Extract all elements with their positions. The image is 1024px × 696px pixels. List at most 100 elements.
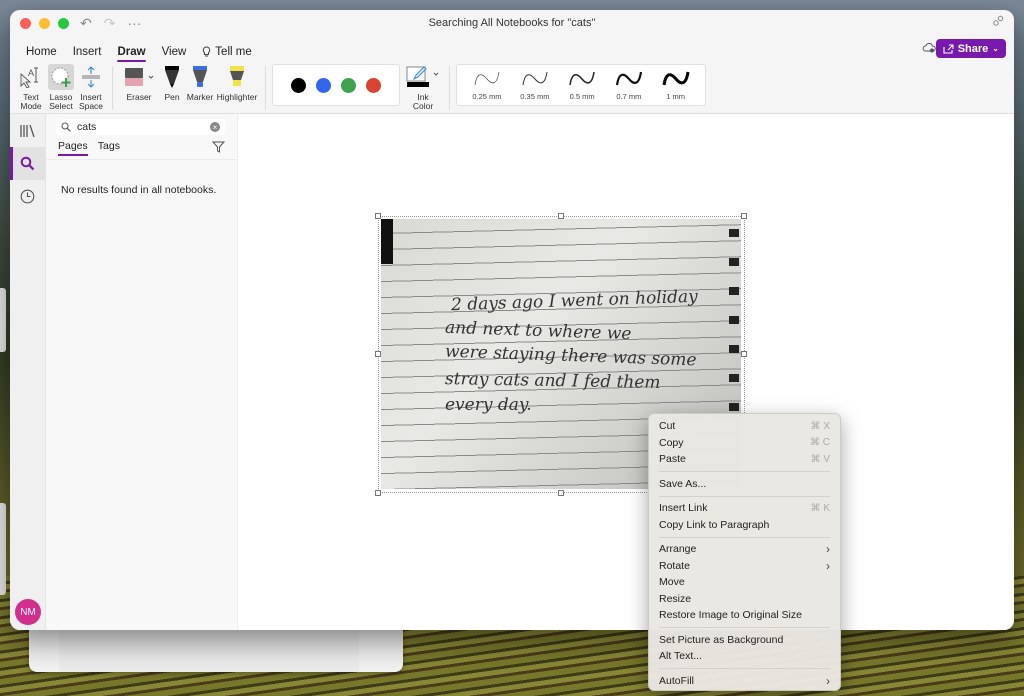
insert-space-label-2: Space (78, 101, 104, 111)
menu-item-alt-text[interactable]: Alt Text... (649, 648, 840, 665)
marker-button[interactable]: Marker (185, 62, 215, 102)
marker-label: Marker (186, 92, 214, 102)
chevron-down-icon: ⌄ (992, 44, 999, 53)
user-avatar[interactable]: NM (15, 599, 41, 625)
ink-color-label-2: Color (412, 101, 434, 111)
search-query: cats (77, 121, 97, 133)
menu-item-restore-original-size[interactable]: Restore Image to Original Size (649, 607, 840, 624)
marker-icon (193, 66, 207, 87)
cloud-sync-icon[interactable] (922, 41, 936, 56)
color-swatch-green[interactable] (341, 77, 356, 93)
pen-button[interactable]: Pen (159, 62, 185, 102)
handwriting-line: stray cats and I fed them (444, 369, 661, 393)
shortcut: ⌘ V (810, 453, 830, 465)
text-mode-button[interactable]: A Text Mode (16, 62, 46, 111)
tell-me-search[interactable]: Tell me (194, 46, 259, 62)
pen-thickness-options: 0.25 mm 0.35 mm 0.5 mm 0.7 mm 1 mm (456, 64, 706, 106)
thickness-option[interactable]: 1 mm (662, 70, 690, 101)
background-window-edge (0, 503, 6, 595)
ribbon-divider (112, 66, 113, 110)
eraser-button[interactable]: Eraser (119, 62, 159, 102)
notebooks-icon (19, 124, 35, 137)
lasso-select-icon (51, 67, 71, 87)
window-title: Searching All Notebooks for "cats" (428, 17, 596, 29)
menu-item-paste[interactable]: Paste ⌘ V (649, 451, 840, 468)
menu-item-copy-link-to-paragraph[interactable]: Copy Link to Paragraph (649, 517, 840, 534)
menu-item-save-as[interactable]: Save As... (649, 476, 840, 493)
ribbon-divider (265, 66, 266, 110)
menu-item-cut[interactable]: Cut ⌘ X (649, 418, 840, 435)
stroke-preview-icon (615, 71, 642, 85)
shortcut: ⌘ K (810, 502, 830, 514)
tab-draw[interactable]: Draw (109, 46, 153, 62)
photo-shadow (381, 219, 393, 264)
eraser-icon (125, 68, 154, 86)
menu-item-insert-link[interactable]: Insert Link ⌘ K (649, 500, 840, 517)
filter-icon[interactable] (211, 140, 226, 158)
clock-icon (20, 189, 35, 204)
thickness-option[interactable]: 0.25 mm (472, 70, 502, 101)
search-input[interactable]: cats × (56, 119, 225, 135)
ribbon-divider (449, 66, 450, 110)
menu-item-resize[interactable]: Resize (649, 591, 840, 608)
menu-separator (659, 536, 830, 538)
menu-item-set-picture-as-background[interactable]: Set Picture as Background (649, 632, 840, 649)
context-menu: Cut ⌘ X Copy ⌘ C Paste ⌘ V Save As... Inser… (648, 413, 841, 691)
lasso-select-label-2: Select (49, 101, 73, 111)
tell-me-label: Tell me (215, 46, 252, 58)
highlighter-button[interactable]: Highlighter (215, 62, 259, 102)
highlighter-icon (230, 66, 244, 86)
insert-space-button[interactable]: Insert Space (76, 62, 106, 111)
share-button[interactable]: Share ⌄ (935, 39, 1006, 58)
handwriting-line: every day. (445, 395, 532, 415)
menu-item-rotate[interactable]: Rotate › (649, 558, 840, 575)
color-swatch-red[interactable] (366, 77, 381, 93)
title-bar: ↶ ↷ ··· Searching All Notebooks for "cat… (10, 10, 1014, 38)
thickness-option[interactable]: 0.7 mm (615, 70, 643, 101)
menu-item-arrange[interactable]: Arrange › (649, 541, 840, 558)
resize-handle[interactable] (741, 351, 747, 357)
notebook-rings (729, 229, 739, 429)
resize-handle[interactable] (375, 490, 381, 496)
ink-color-button[interactable]: Ink Color (403, 62, 443, 111)
pen-label: Pen (164, 92, 180, 102)
color-swatch-blue[interactable] (316, 77, 331, 93)
notebooks-button[interactable] (10, 114, 45, 147)
draw-ribbon: A Text Mode Lasso Select Insert Space Er… (10, 62, 1014, 114)
menu-item-copy[interactable]: Copy ⌘ C (649, 435, 840, 452)
navigation-rail: NM (10, 114, 46, 630)
stroke-preview-icon (662, 71, 690, 85)
search-nav-button[interactable] (10, 147, 45, 180)
thickness-option[interactable]: 0.35 mm (520, 70, 549, 101)
divider (46, 159, 237, 160)
resize-handle[interactable] (741, 213, 747, 219)
lasso-select-button[interactable]: Lasso Select (46, 62, 76, 111)
tab-view[interactable]: View (154, 46, 195, 62)
ink-color-icon (406, 66, 439, 87)
menu-item-move[interactable]: Move (649, 574, 840, 591)
tab-pages[interactable]: Pages (58, 140, 88, 156)
search-pane: cats × Pages Tags No results found in al… (46, 114, 238, 630)
tab-insert[interactable]: Insert (65, 46, 110, 62)
collaborators-icon[interactable] (992, 15, 1004, 30)
share-icon (943, 43, 954, 54)
insert-space-icon (82, 66, 100, 88)
menu-item-autofill[interactable]: AutoFill › (649, 673, 840, 690)
svg-text:A: A (28, 68, 34, 78)
menu-separator (659, 495, 830, 497)
recent-notes-button[interactable] (10, 180, 45, 213)
stroke-preview-icon (569, 71, 595, 85)
stroke-preview-icon (474, 71, 500, 85)
tab-tags[interactable]: Tags (98, 140, 120, 152)
tab-home[interactable]: Home (18, 46, 65, 62)
search-icon (61, 122, 71, 132)
chevron-right-icon: › (826, 558, 830, 573)
resize-handle[interactable] (558, 490, 564, 496)
stroke-preview-icon (522, 71, 548, 85)
color-swatch-black[interactable] (291, 77, 306, 93)
pen-icon (165, 66, 179, 88)
clear-search-icon[interactable]: × (210, 122, 220, 132)
thickness-option[interactable]: 0.5 mm (568, 70, 596, 101)
highlighter-label: Highlighter (216, 92, 258, 102)
search-icon (20, 156, 35, 171)
